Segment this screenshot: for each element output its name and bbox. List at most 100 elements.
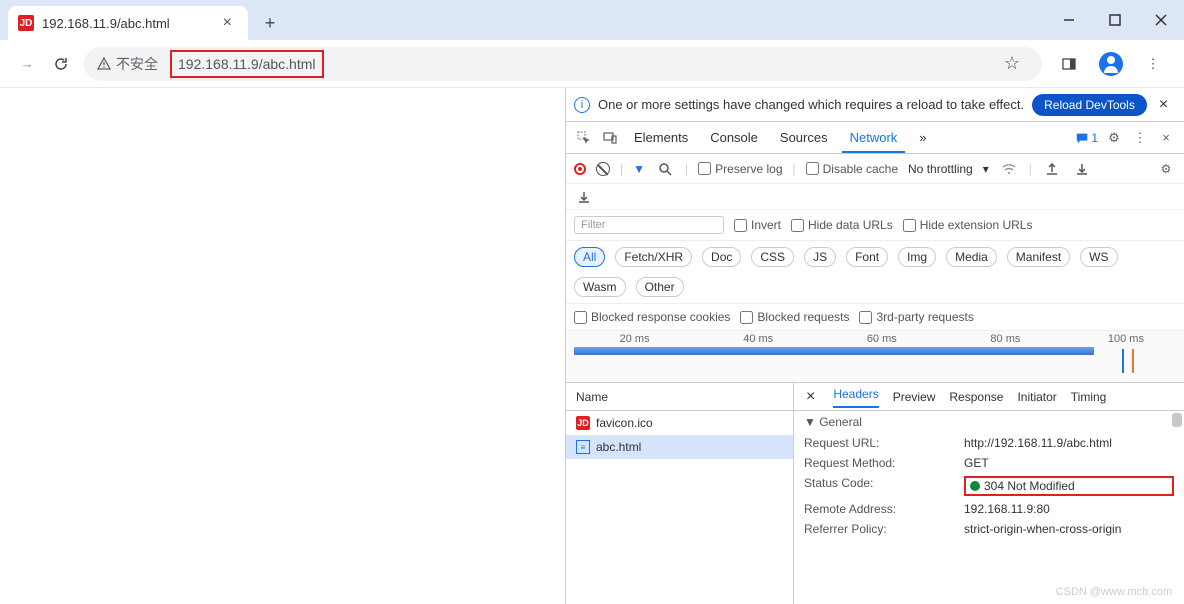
type-pill-manifest[interactable]: Manifest	[1007, 247, 1070, 267]
reload-button[interactable]	[44, 47, 78, 81]
titlebar: JD 192.168.11.9/abc.html × +	[0, 0, 1184, 40]
banner-msg: One or more settings have changed which …	[598, 97, 1024, 112]
general-section[interactable]: ▼ General	[794, 411, 1184, 433]
close-tab-icon[interactable]: ×	[217, 14, 238, 32]
preserve-log-checkbox[interactable]: Preserve log	[698, 162, 782, 176]
address-bar[interactable]: 不安全 192.168.11.9/abc.html ☆	[84, 47, 1042, 81]
type-pill-css[interactable]: CSS	[751, 247, 794, 267]
forward-button[interactable]: →	[10, 47, 44, 81]
invert-checkbox[interactable]: Invert	[734, 218, 781, 232]
issues-badge[interactable]: 1	[1075, 131, 1098, 145]
filter-row-1: Filter Invert Hide data URLs Hide extens…	[566, 210, 1184, 241]
detail-tab-response[interactable]: Response	[949, 390, 1003, 404]
info-icon: i	[574, 97, 590, 113]
type-pill-fetch/xhr[interactable]: Fetch/XHR	[615, 247, 692, 267]
header-row: Referrer Policy:strict-origin-when-cross…	[794, 519, 1184, 539]
insecure-label: 不安全	[116, 54, 158, 74]
header-row: Request URL:http://192.168.11.9/abc.html	[794, 433, 1184, 453]
header-row: Request Method:GET	[794, 453, 1184, 473]
tab-elements[interactable]: Elements	[626, 124, 696, 151]
filter-input[interactable]: Filter	[574, 216, 724, 234]
tab-more[interactable]: »	[911, 124, 934, 151]
header-row: Remote Address:192.168.11.9:80	[794, 499, 1184, 519]
page-viewport	[0, 88, 566, 604]
minimize-button[interactable]	[1046, 0, 1092, 40]
throttling-chevron-icon[interactable]: ▾	[983, 162, 989, 176]
name-header[interactable]: Name	[566, 383, 793, 411]
search-icon[interactable]	[655, 159, 675, 179]
type-pill-doc[interactable]: Doc	[702, 247, 741, 267]
devtools-tabs: Elements Console Sources Network » 1 ⚙ ⋮…	[566, 122, 1184, 154]
settings-icon[interactable]: ⚙	[1104, 128, 1124, 148]
file-icon: ≡	[576, 440, 590, 454]
inspect-icon[interactable]	[574, 128, 594, 148]
type-pill-media[interactable]: Media	[946, 247, 997, 267]
file-icon: JD	[576, 416, 590, 430]
file-name: abc.html	[596, 440, 641, 454]
header-row: Status Code:304 Not Modified	[794, 473, 1184, 499]
bookmark-icon[interactable]: ☆	[1004, 53, 1020, 74]
tab-network[interactable]: Network	[842, 124, 906, 153]
throttling-select[interactable]: No throttling	[908, 162, 973, 176]
profile-button[interactable]	[1096, 49, 1126, 79]
chat-icon	[1075, 131, 1089, 145]
detail-tab-timing[interactable]: Timing	[1071, 390, 1107, 404]
request-list: Name JD favicon.ico ≡ abc.html	[566, 383, 794, 604]
request-detail: × Headers Preview Response Initiator Tim…	[794, 383, 1184, 604]
detail-tab-preview[interactable]: Preview	[893, 390, 936, 404]
close-devtools-icon[interactable]: ×	[1156, 128, 1176, 148]
favicon-icon: JD	[18, 15, 34, 31]
new-tab-button[interactable]: +	[256, 9, 284, 37]
network-toolbar: | ▼ | Preserve log | Disable cache No th…	[566, 154, 1184, 184]
blocked-req-checkbox[interactable]: Blocked requests	[740, 310, 849, 324]
type-pill-img[interactable]: Img	[898, 247, 936, 267]
upload-icon[interactable]	[1042, 159, 1062, 179]
download-icon[interactable]	[1072, 159, 1092, 179]
hide-ext-checkbox[interactable]: Hide extension URLs	[903, 218, 1033, 232]
timeline[interactable]: 20 ms40 ms60 ms80 ms100 ms	[566, 331, 1184, 383]
browser-tab[interactable]: JD 192.168.11.9/abc.html ×	[8, 6, 248, 40]
close-window-button[interactable]	[1138, 0, 1184, 40]
clear-icon[interactable]	[596, 162, 610, 176]
request-row[interactable]: ≡ abc.html	[566, 435, 793, 459]
maximize-button[interactable]	[1092, 0, 1138, 40]
record-icon[interactable]	[574, 163, 586, 175]
type-pill-font[interactable]: Font	[846, 247, 888, 267]
type-pill-all[interactable]: All	[574, 247, 605, 267]
request-row[interactable]: JD favicon.ico	[566, 411, 793, 435]
browser-toolbar: → 不安全 192.168.11.9/abc.html ☆ ⋮	[0, 40, 1184, 88]
net-settings-icon[interactable]: ⚙	[1156, 159, 1176, 179]
third-party-checkbox[interactable]: 3rd-party requests	[859, 310, 973, 324]
detail-tab-headers[interactable]: Headers	[833, 387, 878, 408]
type-pill-ws[interactable]: WS	[1080, 247, 1117, 267]
kebab-icon[interactable]: ⋮	[1130, 128, 1150, 148]
side-panel-icon[interactable]	[1054, 49, 1084, 79]
file-name: favicon.ico	[596, 416, 653, 430]
filter-toggle-icon[interactable]: ▼	[633, 162, 645, 176]
close-detail-icon[interactable]: ×	[802, 388, 819, 406]
type-pill-other[interactable]: Other	[636, 277, 684, 297]
tab-sources[interactable]: Sources	[772, 124, 836, 151]
type-pill-wasm[interactable]: Wasm	[574, 277, 626, 297]
menu-button[interactable]: ⋮	[1138, 49, 1168, 79]
close-banner-icon[interactable]: ×	[1155, 96, 1172, 114]
blocked-cookies-checkbox[interactable]: Blocked response cookies	[574, 310, 730, 324]
devtools-panel: i One or more settings have changed whic…	[566, 88, 1184, 604]
scrollbar[interactable]	[1172, 413, 1182, 427]
reload-banner: i One or more settings have changed whic…	[566, 88, 1184, 122]
security-indicator[interactable]: 不安全	[96, 54, 158, 74]
device-icon[interactable]	[600, 128, 620, 148]
disable-cache-checkbox[interactable]: Disable cache	[806, 162, 898, 176]
reload-devtools-button[interactable]: Reload DevTools	[1032, 94, 1147, 116]
detail-tab-initiator[interactable]: Initiator	[1017, 390, 1056, 404]
tab-title: 192.168.11.9/abc.html	[42, 16, 170, 31]
type-pill-js[interactable]: JS	[804, 247, 836, 267]
tab-console[interactable]: Console	[702, 124, 766, 151]
wifi-icon[interactable]	[999, 159, 1019, 179]
filter-types: All Fetch/XHR Doc CSS JS Font Img Media Manifest…	[566, 241, 1184, 304]
filter-row-3: Blocked response cookies Blocked request…	[566, 304, 1184, 331]
warning-icon	[96, 56, 112, 72]
download-har-icon[interactable]	[574, 187, 594, 207]
hide-data-checkbox[interactable]: Hide data URLs	[791, 218, 893, 232]
secondary-toolbar	[566, 184, 1184, 210]
